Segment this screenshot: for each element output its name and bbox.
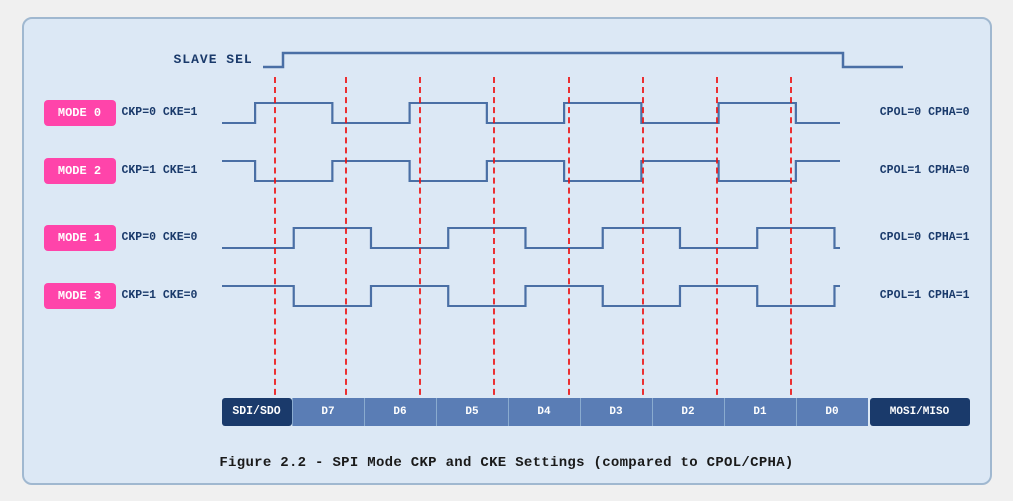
bit-d5: D5: [436, 398, 508, 426]
mode0-waveform: [222, 95, 840, 131]
mode2-ckp: CKP=1 CKE=1: [122, 164, 222, 177]
mode2-cpol: CPOL=1 CPHA=0: [840, 164, 970, 177]
mode1-badge: MODE 1: [44, 225, 116, 251]
slave-sel-waveform: [263, 45, 903, 75]
bit-d4: D4: [508, 398, 580, 426]
bit-d3: D3: [580, 398, 652, 426]
mode2-waveform: [222, 153, 840, 189]
mode1-row: MODE 1 CKP=0 CKE=0 CPOL=0 CPHA=1: [44, 212, 970, 264]
mode1-waveform: [222, 220, 840, 256]
bit-d0: D0: [796, 398, 868, 426]
bit-d7: D7: [292, 398, 364, 426]
mode2-row: MODE 2 CKP=1 CKE=1 CPOL=1 CPHA=0: [44, 145, 970, 197]
bit-d2: D2: [652, 398, 724, 426]
slave-sel-row: SLAVE SEL: [174, 45, 903, 75]
diagram-content: SLAVE SEL MODE 0 CKP=0 CKE=1 CPOL=0 CPH: [44, 37, 970, 447]
mode3-svg: [222, 278, 840, 314]
outer-container: SLAVE SEL MODE 0 CKP=0 CKE=1 CPOL=0 CPH: [22, 17, 992, 485]
mode3-row: MODE 3 CKP=1 CKE=0 CPOL=1 CPHA=1: [44, 270, 970, 322]
mode0-badge: MODE 0: [44, 100, 116, 126]
mode0-ckp: CKP=0 CKE=1: [122, 106, 222, 119]
mode3-waveform: [222, 278, 840, 314]
figure-caption: Figure 2.2 - SPI Mode CKP and CKE Settin…: [44, 455, 970, 471]
mode2-badge: MODE 2: [44, 158, 116, 184]
mode2-svg: [222, 153, 840, 189]
diagram-area: SLAVE SEL MODE 0 CKP=0 CKE=1 CPOL=0 CPH: [44, 37, 970, 447]
mode0-cpol: CPOL=0 CPHA=0: [840, 106, 970, 119]
mode3-ckp: CKP=1 CKE=0: [122, 289, 222, 302]
mosi-miso-label: MOSI/MISO: [870, 398, 970, 426]
bit-d6: D6: [364, 398, 436, 426]
mode3-cpol: CPOL=1 CPHA=1: [840, 289, 970, 302]
mode1-ckp: CKP=0 CKE=0: [122, 231, 222, 244]
sdi-sdo-label: SDI/SDO: [222, 398, 292, 426]
slave-sel-label: SLAVE SEL: [174, 52, 253, 67]
mode1-cpol: CPOL=0 CPHA=1: [840, 231, 970, 244]
mode3-badge: MODE 3: [44, 283, 116, 309]
bit-d1: D1: [724, 398, 796, 426]
mode1-svg: [222, 220, 840, 256]
databus-row: SDI/SDO D7 D6 D5 D4 D3 D2 D1 D0 MOSI/MIS…: [44, 397, 970, 427]
mode0-row: MODE 0 CKP=0 CKE=1 CPOL=0 CPHA=0: [44, 87, 970, 139]
mode0-svg: [222, 95, 840, 131]
